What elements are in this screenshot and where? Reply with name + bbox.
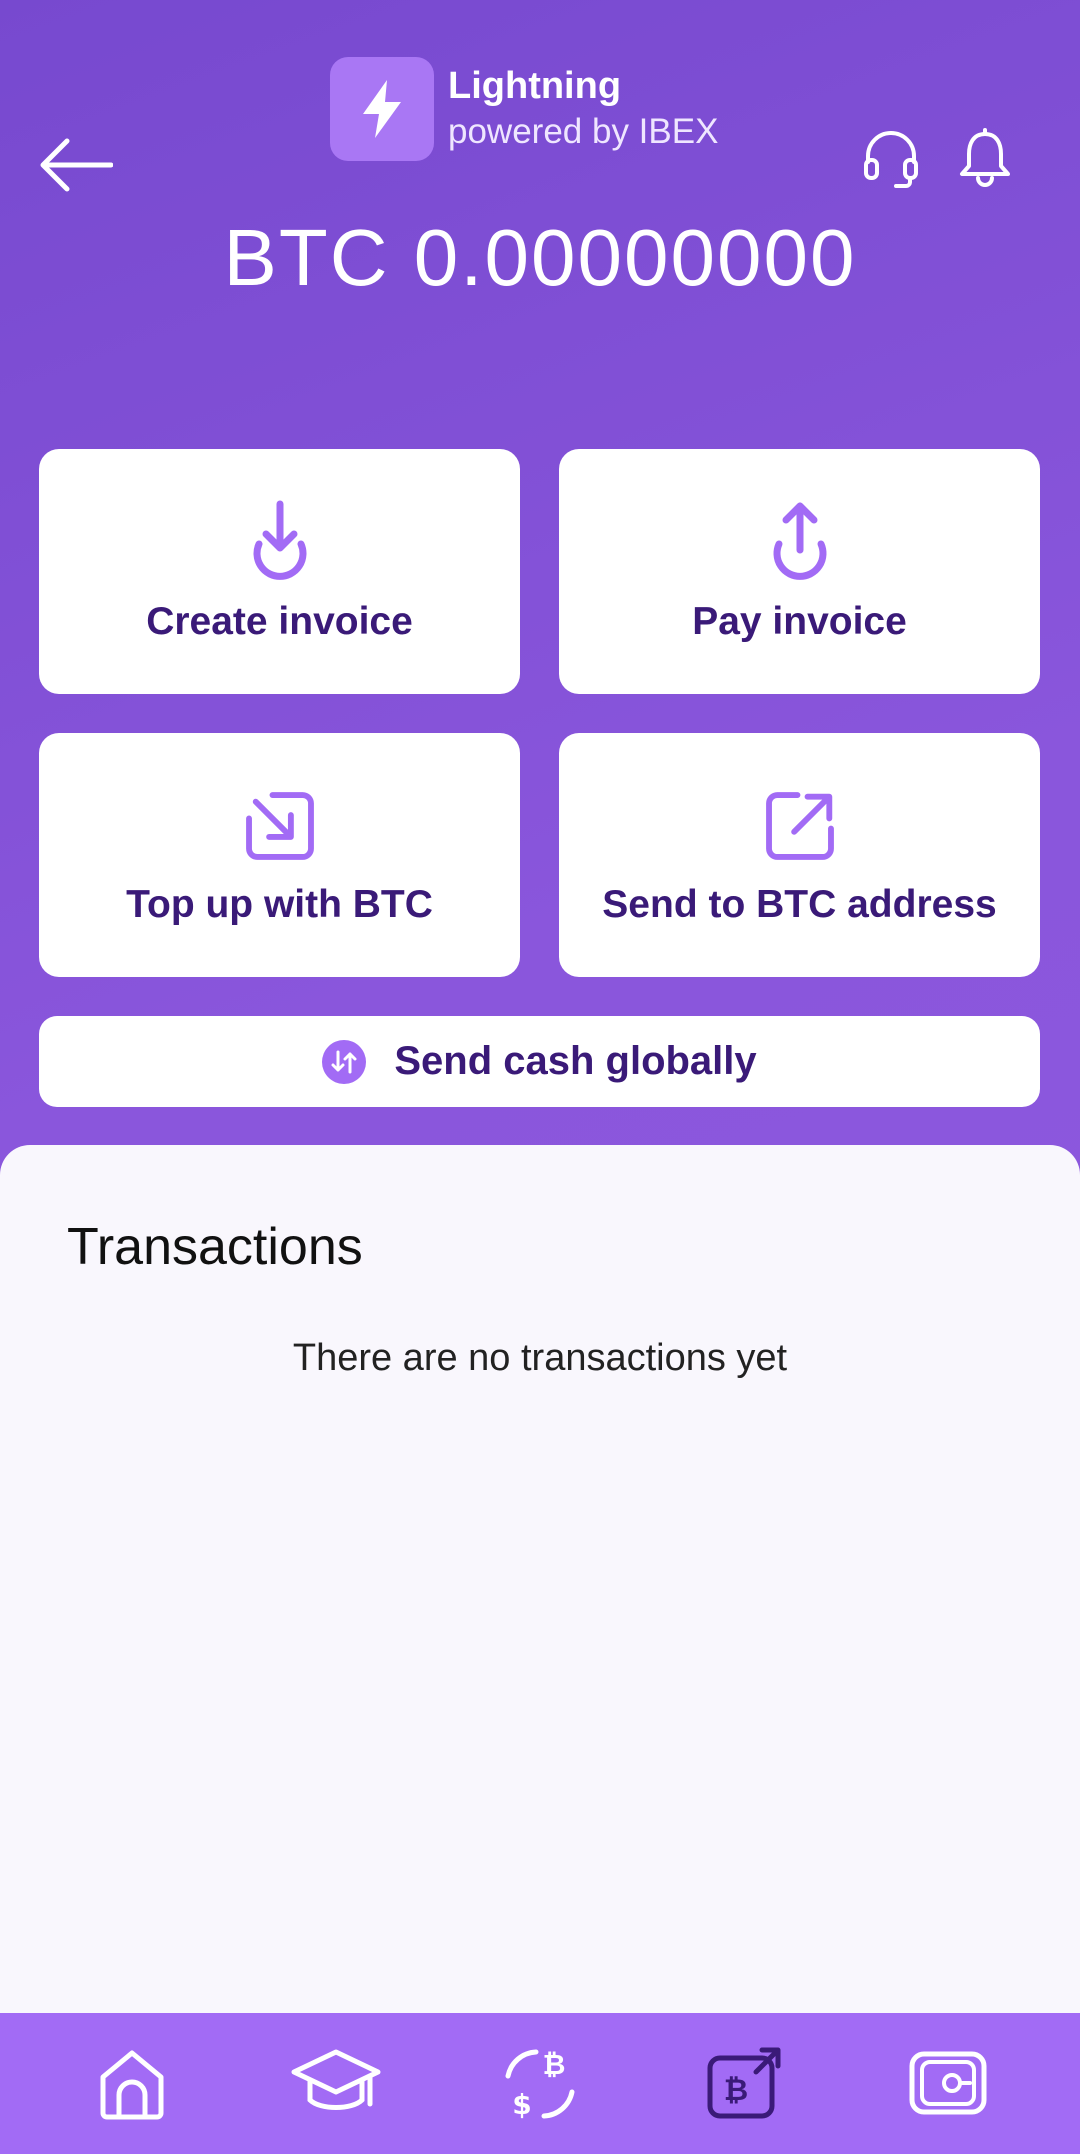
graduation-cap-icon [291, 2049, 381, 2110]
transactions-panel: Transactions There are no transactions y… [0, 1145, 1080, 2013]
back-arrow-icon [40, 138, 113, 192]
send-cash-label: Send cash globally [394, 1039, 757, 1083]
svg-text:₿: ₿ [543, 2048, 566, 2081]
create-invoice-label: Create invoice [146, 599, 413, 643]
notifications-button[interactable] [956, 128, 1014, 188]
nav-vault[interactable] [893, 2029, 1003, 2139]
brand-title: Lightning [448, 65, 622, 107]
back-button[interactable] [38, 130, 114, 200]
bell-icon [960, 128, 1010, 187]
brand-header: Lightning powered by IBEX [330, 56, 718, 162]
lightning-bolt-icon [363, 80, 401, 138]
send-to-address-button[interactable]: Send to BTC address [559, 733, 1040, 977]
support-button[interactable] [862, 128, 920, 188]
send-arrow-icon [773, 502, 826, 580]
external-link-icon [765, 792, 834, 860]
bottom-navigation: ₿ $ ₿ [0, 2013, 1080, 2154]
transactions-title: Transactions [67, 1218, 363, 1276]
balance-amount: BTC 0.00000000 [223, 213, 857, 302]
bitcoin-exchange-icon: ₿ $ [505, 2048, 575, 2121]
vault-icon [909, 2051, 987, 2114]
import-arrow-icon [245, 792, 314, 860]
currency-swap-icon [322, 1039, 367, 1084]
svg-text:$: $ [512, 2088, 531, 2121]
nav-learn[interactable] [281, 2029, 391, 2139]
pay-invoice-label: Pay invoice [692, 599, 907, 643]
top-up-label: Top up with BTC [126, 883, 433, 926]
brand-subtitle: powered by IBEX [448, 112, 719, 151]
pay-invoice-button[interactable]: Pay invoice [559, 449, 1040, 694]
send-cash-button[interactable]: Send cash globally [39, 1016, 1040, 1107]
home-icon [100, 2050, 164, 2119]
create-invoice-button[interactable]: Create invoice [39, 449, 520, 694]
svg-text:₿: ₿ [724, 2073, 748, 2108]
receive-arrow-icon [253, 500, 306, 580]
nav-lightning-wallet[interactable]: ₿ [689, 2029, 799, 2139]
lightning-screen: Lightning powered by IBEX BTC 0.00000000 [0, 0, 1080, 2154]
send-to-address-label: Send to BTC address [602, 883, 997, 926]
brand-logo [330, 57, 434, 161]
headset-icon [864, 131, 918, 188]
bitcoin-wallet-icon: ₿ [707, 2047, 781, 2118]
nav-exchange[interactable]: ₿ $ [485, 2029, 595, 2139]
empty-transactions-text: There are no transactions yet [292, 1337, 788, 1379]
nav-home[interactable] [77, 2029, 187, 2139]
top-up-button[interactable]: Top up with BTC [39, 733, 520, 977]
